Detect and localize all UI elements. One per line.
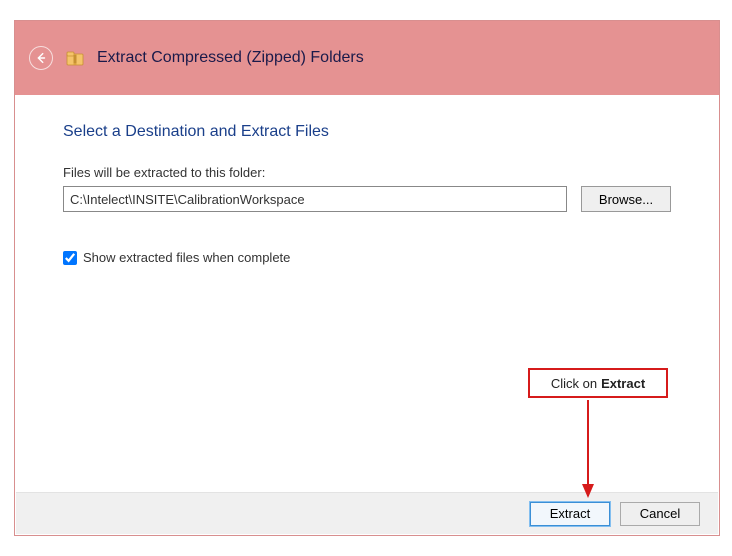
show-files-checkbox-row: Show extracted files when complete	[63, 250, 671, 265]
wizard-footer: Extract Cancel	[16, 492, 718, 534]
page-heading: Select a Destination and Extract Files	[63, 123, 671, 141]
destination-path-input[interactable]	[63, 186, 567, 212]
zipped-folder-icon	[65, 48, 85, 68]
extract-button[interactable]: Extract	[530, 502, 610, 526]
browse-button[interactable]: Browse...	[581, 186, 671, 212]
window-title: Extract Compressed (Zipped) Folders	[97, 49, 364, 67]
cancel-button[interactable]: Cancel	[620, 502, 700, 526]
destination-row: Browse...	[63, 186, 671, 212]
destination-label: Files will be extracted to this folder:	[63, 165, 671, 180]
annotation-callout: Click on Extract	[528, 368, 668, 398]
annotation-text-strong: Extract	[601, 376, 645, 391]
show-files-checkbox[interactable]	[63, 251, 77, 265]
back-button[interactable]	[29, 46, 53, 70]
wizard-body: Select a Destination and Extract Files F…	[15, 95, 719, 491]
arrow-left-icon	[34, 51, 48, 65]
header-bar: Extract Compressed (Zipped) Folders	[15, 21, 719, 95]
annotation-text-prefix: Click on	[551, 376, 597, 391]
wizard-window: Extract Compressed (Zipped) Folders Sele…	[14, 20, 720, 536]
show-files-checkbox-label[interactable]: Show extracted files when complete	[83, 250, 290, 265]
